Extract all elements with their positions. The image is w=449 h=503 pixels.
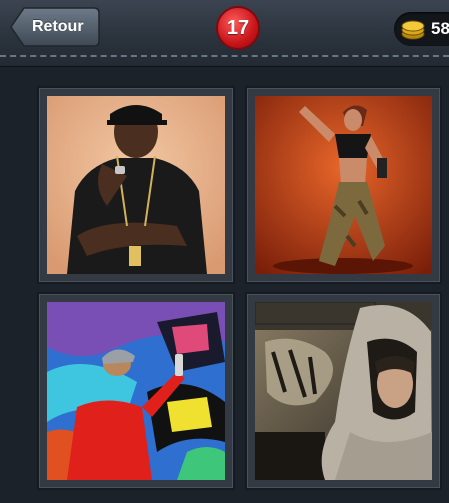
picture-tile-2[interactable] xyxy=(247,88,440,282)
picture-tile-4[interactable] xyxy=(247,294,440,488)
picture-tile-1[interactable] xyxy=(39,88,233,282)
stitch-divider xyxy=(0,55,449,57)
coin-count: 58 xyxy=(431,19,449,38)
coin-counter[interactable]: 58 xyxy=(394,12,449,46)
hooded-figure-photo-icon xyxy=(255,302,432,480)
hiphop-dancer-photo-icon xyxy=(255,96,432,274)
picture-tile-3[interactable] xyxy=(39,294,233,488)
back-button[interactable]: Retour xyxy=(10,7,100,47)
level-badge: 17 xyxy=(216,6,260,50)
top-bar: Retour 17 58 xyxy=(0,0,449,67)
back-button-label: Retour xyxy=(32,18,84,35)
rapper-photo-icon xyxy=(47,96,225,274)
coins-icon xyxy=(401,20,425,40)
graffiti-artist-photo-icon xyxy=(47,302,225,480)
